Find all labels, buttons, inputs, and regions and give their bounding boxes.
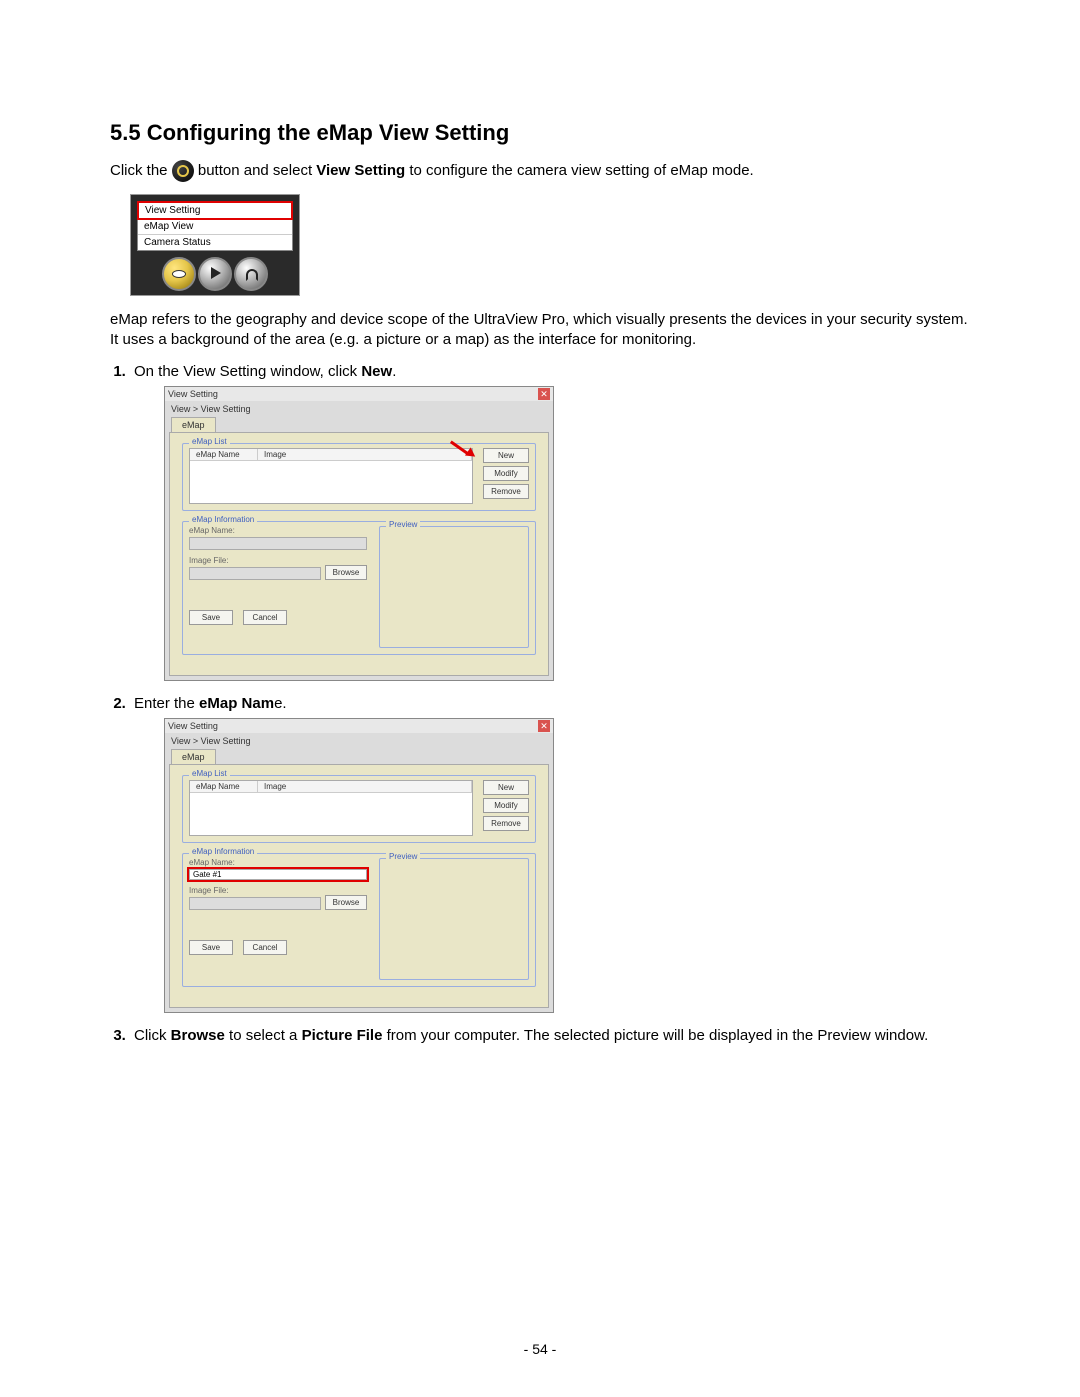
cancel-button[interactable]: Cancel bbox=[243, 610, 287, 625]
view-setting-dialog-1: View Setting ✕ View > View Setting eMap … bbox=[164, 386, 554, 681]
group-emap-list-label: eMap List bbox=[189, 437, 230, 446]
eye-icon bbox=[172, 160, 194, 182]
intro-post: to configure the camera view setting of … bbox=[409, 162, 753, 179]
browse-button[interactable]: Browse bbox=[325, 565, 367, 580]
emap-name-input[interactable] bbox=[189, 537, 367, 550]
remove-button[interactable]: Remove bbox=[483, 816, 529, 831]
intro-paragraph: Click the button and select View Setting… bbox=[110, 160, 970, 182]
close-icon[interactable]: ✕ bbox=[538, 720, 550, 732]
new-button[interactable]: New bbox=[483, 448, 529, 463]
intro-mid: button and select bbox=[198, 162, 316, 179]
col-emap-name: eMap Name bbox=[190, 781, 258, 792]
step3-b2: Picture File bbox=[302, 1027, 383, 1044]
step2-bold: eMap Nam bbox=[199, 695, 274, 712]
emap-name-value: Gate #1 bbox=[193, 870, 221, 879]
breadcrumb: View > View Setting bbox=[165, 733, 553, 749]
browse-button[interactable]: Browse bbox=[325, 895, 367, 910]
view-setting-dialog-2: View Setting ✕ View > View Setting eMap … bbox=[164, 718, 554, 1013]
step3-mid1: to select a bbox=[225, 1027, 302, 1044]
emap-name-input[interactable]: Gate #1 bbox=[189, 869, 367, 880]
image-file-label: Image File: bbox=[189, 886, 367, 895]
col-emap-name: eMap Name bbox=[190, 449, 258, 460]
step-1: On the View Setting window, click New. V… bbox=[130, 363, 970, 681]
lock-icon[interactable] bbox=[234, 257, 268, 291]
save-button[interactable]: Save bbox=[189, 940, 233, 955]
step1-post: . bbox=[392, 363, 396, 380]
image-file-input[interactable] bbox=[189, 897, 321, 910]
step2-pre: Enter the bbox=[134, 695, 199, 712]
intro-bold: View Setting bbox=[316, 162, 405, 179]
step2-post: e. bbox=[274, 695, 287, 712]
description-paragraph: eMap refers to the geography and device … bbox=[110, 310, 970, 351]
page-number: - 54 - bbox=[0, 1341, 1080, 1357]
modify-button[interactable]: Modify bbox=[483, 798, 529, 813]
step-3: Click Browse to select a Picture File fr… bbox=[130, 1027, 970, 1044]
preview-label: Preview bbox=[386, 852, 420, 861]
context-menu: View Setting eMap View Camera Status bbox=[137, 201, 293, 251]
tab-emap[interactable]: eMap bbox=[171, 749, 216, 764]
section-heading: 5.5 Configuring the eMap View Setting bbox=[110, 120, 970, 146]
menu-item-emap-view[interactable]: eMap View bbox=[138, 219, 292, 235]
group-emap-list-label: eMap List bbox=[189, 769, 230, 778]
group-emap-info-label: eMap Information bbox=[189, 847, 257, 856]
remove-button[interactable]: Remove bbox=[483, 484, 529, 499]
group-emap-info-label: eMap Information bbox=[189, 515, 257, 524]
save-button[interactable]: Save bbox=[189, 610, 233, 625]
context-menu-screenshot: View Setting eMap View Camera Status bbox=[130, 194, 300, 296]
steps-list: On the View Setting window, click New. V… bbox=[110, 363, 970, 1044]
image-file-label: Image File: bbox=[189, 556, 367, 565]
col-image: Image bbox=[258, 781, 472, 792]
dialog-title: View Setting bbox=[168, 721, 218, 731]
breadcrumb: View > View Setting bbox=[165, 401, 553, 417]
new-button[interactable]: New bbox=[483, 780, 529, 795]
step3-b1: Browse bbox=[171, 1027, 225, 1044]
image-file-input[interactable] bbox=[189, 567, 321, 580]
step1-pre: On the View Setting window, click bbox=[134, 363, 361, 380]
step-2: Enter the eMap Name. View Setting ✕ View… bbox=[130, 695, 970, 1013]
dialog-titlebar: View Setting ✕ bbox=[165, 387, 553, 401]
play-icon[interactable] bbox=[198, 257, 232, 291]
context-toolbar bbox=[137, 251, 293, 291]
close-icon[interactable]: ✕ bbox=[538, 388, 550, 400]
menu-item-camera-status[interactable]: Camera Status bbox=[138, 235, 292, 250]
preview-label: Preview bbox=[386, 520, 420, 529]
step1-bold: New bbox=[361, 363, 392, 380]
dialog-title: View Setting bbox=[168, 389, 218, 399]
dialog-titlebar: View Setting ✕ bbox=[165, 719, 553, 733]
modify-button[interactable]: Modify bbox=[483, 466, 529, 481]
eye-icon[interactable] bbox=[162, 257, 196, 291]
menu-item-view-setting[interactable]: View Setting bbox=[137, 201, 293, 220]
step3-pre: Click bbox=[134, 1027, 171, 1044]
tab-emap[interactable]: eMap bbox=[171, 417, 216, 432]
emap-name-label: eMap Name: bbox=[189, 526, 367, 535]
col-image: Image bbox=[258, 449, 472, 460]
step3-post: from your computer. The selected picture… bbox=[382, 1027, 928, 1044]
emap-name-label: eMap Name: bbox=[189, 858, 367, 867]
intro-pre: Click the bbox=[110, 162, 172, 179]
cancel-button[interactable]: Cancel bbox=[243, 940, 287, 955]
